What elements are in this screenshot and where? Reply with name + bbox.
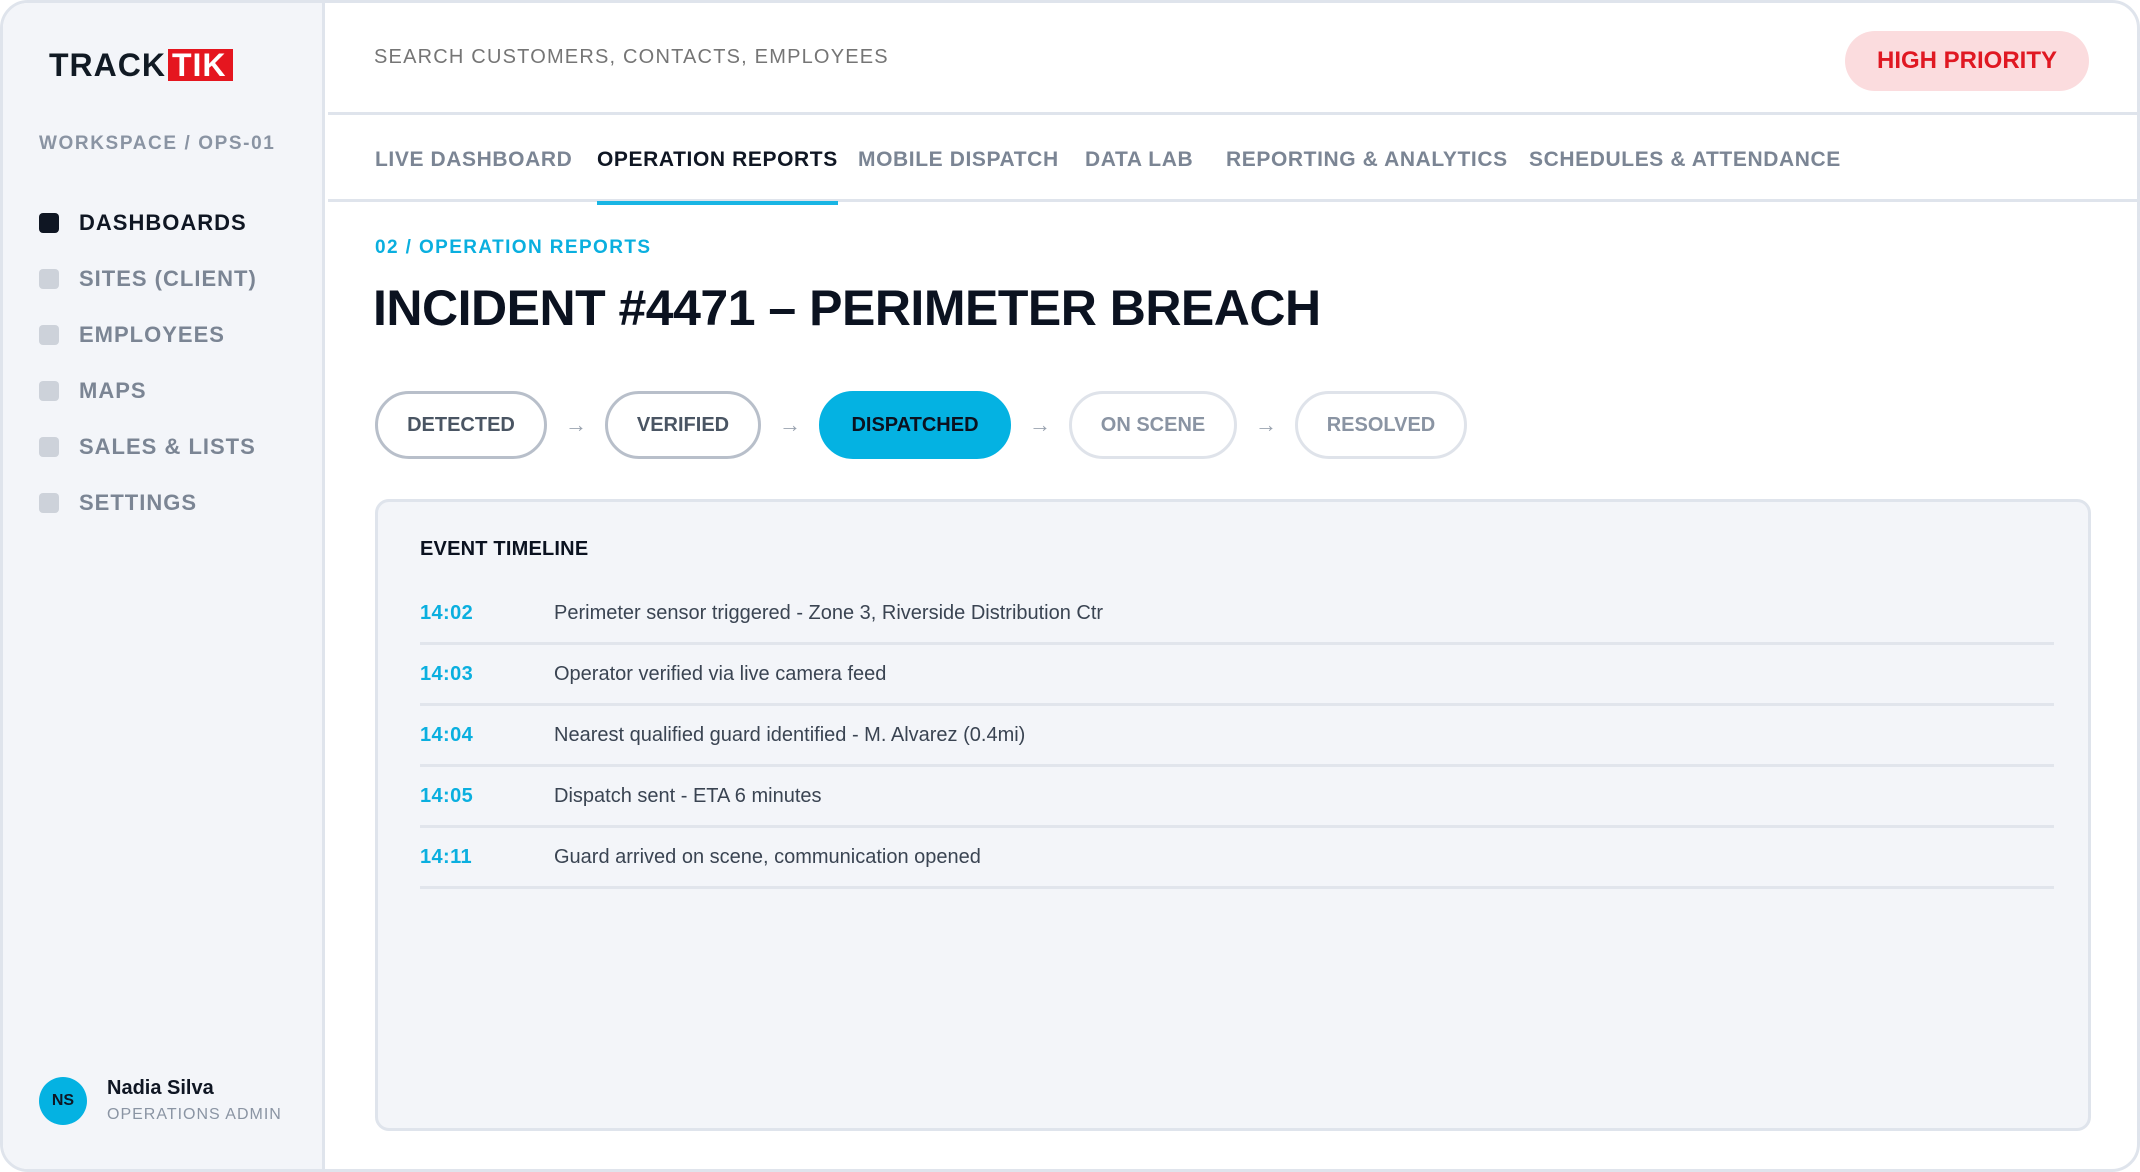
event-time: 14:05 — [420, 784, 474, 807]
square-icon — [39, 325, 59, 345]
sidebar-nav: DASHBOARDS SITES (CLIENT) EMPLOYEES MAPS… — [39, 195, 257, 531]
sidebar-item-label: SETTINGS — [79, 490, 198, 515]
workspace-label: WORKSPACE / OPS-01 — [39, 133, 276, 154]
tab-reporting-analytics[interactable]: REPORTING & ANALYTICS — [1226, 118, 1508, 202]
step-resolved[interactable]: RESOLVED — [1295, 391, 1467, 459]
user-profile[interactable]: NS Nadia Silva OPERATIONS ADMIN — [39, 1075, 282, 1127]
top-bar: HIGH PRIORITY — [328, 3, 2137, 115]
event-text: Guard arrived on scene, communication op… — [554, 845, 981, 868]
square-icon — [39, 213, 59, 233]
logo-track-text: TRACK — [49, 47, 166, 83]
event-time: 14:02 — [420, 601, 474, 624]
logo-tik-text: TIK — [167, 49, 233, 81]
sidebar-item-employees[interactable]: EMPLOYEES — [39, 307, 257, 363]
event-timeline-panel: EVENT TIMELINE 14:02 Perimeter sensor tr… — [375, 499, 2091, 1131]
sidebar-item-maps[interactable]: MAPS — [39, 363, 257, 419]
arrow-right-icon: → — [1029, 412, 1051, 437]
sidebar-item-dashboards[interactable]: DASHBOARDS — [39, 195, 257, 251]
user-name: Nadia Silva — [107, 1077, 214, 1099]
tab-operation-reports[interactable]: OPERATION REPORTS — [597, 118, 838, 205]
avatar: NS — [39, 1077, 87, 1125]
step-on-scene[interactable]: ON SCENE — [1069, 391, 1237, 459]
step-detected[interactable]: DETECTED — [375, 391, 547, 459]
event-text: Nearest qualified guard identified - M. … — [554, 723, 1026, 746]
event-time: 14:03 — [420, 662, 474, 685]
page-title: INCIDENT #4471 – PERIMETER BREACH — [373, 280, 1321, 336]
sidebar-item-label: DASHBOARDS — [79, 210, 247, 235]
timeline-row: 14:05 Dispatch sent - ETA 6 minutes — [420, 767, 2054, 828]
event-text: Perimeter sensor triggered - Zone 3, Riv… — [554, 601, 1104, 624]
tab-live-dashboard[interactable]: LIVE DASHBOARD — [375, 118, 572, 202]
timeline-row: 14:11 Guard arrived on scene, communicat… — [420, 828, 2054, 889]
sidebar-item-label: SALES & LISTS — [79, 434, 256, 459]
arrow-right-icon: → — [779, 412, 801, 437]
sidebar-item-label: EMPLOYEES — [79, 322, 225, 347]
timeline-row: 14:03 Operator verified via live camera … — [420, 645, 2054, 706]
user-info: Nadia Silva OPERATIONS ADMIN — [107, 1075, 282, 1127]
user-role: OPERATIONS ADMIN — [107, 1106, 282, 1123]
timeline-row: 14:02 Perimeter sensor triggered - Zone … — [420, 584, 2054, 645]
search-input[interactable] — [374, 46, 1074, 69]
square-icon — [39, 437, 59, 457]
sidebar-item-sites[interactable]: SITES (CLIENT) — [39, 251, 257, 307]
event-text: Dispatch sent - ETA 6 minutes — [554, 784, 822, 807]
square-icon — [39, 493, 59, 513]
priority-badge[interactable]: HIGH PRIORITY — [1844, 31, 2089, 91]
tracktik-logo[interactable]: TRACK TIK — [49, 47, 233, 83]
sidebar-item-sales-lists[interactable]: SALES & LISTS — [39, 419, 257, 475]
square-icon — [39, 381, 59, 401]
event-time: 14:04 — [420, 723, 474, 746]
event-time: 14:11 — [420, 845, 473, 868]
sidebar: TRACK TIK WORKSPACE / OPS-01 DASHBOARDS S… — [3, 3, 325, 1169]
step-dispatched[interactable]: DISPATCHED — [819, 391, 1011, 459]
sidebar-item-settings[interactable]: SETTINGS — [39, 475, 257, 531]
sidebar-item-label: SITES (CLIENT) — [79, 266, 257, 291]
tab-mobile-dispatch[interactable]: MOBILE DISPATCH — [858, 118, 1059, 202]
tab-bar: LIVE DASHBOARD OPERATION REPORTS MOBILE … — [328, 118, 2137, 205]
arrow-right-icon: → — [1255, 412, 1277, 437]
status-stepper: DETECTED → VERIFIED → DISPATCHED → ON SC… — [375, 391, 1467, 459]
timeline-list: 14:02 Perimeter sensor triggered - Zone … — [420, 584, 2054, 889]
event-text: Operator verified via live camera feed — [554, 662, 887, 685]
square-icon — [39, 269, 59, 289]
panel-title: EVENT TIMELINE — [420, 538, 589, 560]
tab-schedules-attendance[interactable]: SCHEDULES & ATTENDANCE — [1529, 118, 1841, 202]
sidebar-item-label: MAPS — [79, 378, 147, 403]
timeline-row: 14:04 Nearest qualified guard identified… — [420, 706, 2054, 767]
step-verified[interactable]: VERIFIED — [605, 391, 761, 459]
arrow-right-icon: → — [565, 412, 587, 437]
tab-data-lab[interactable]: DATA LAB — [1085, 118, 1193, 202]
app-window: TRACK TIK WORKSPACE / OPS-01 DASHBOARDS S… — [0, 0, 2140, 1172]
breadcrumb[interactable]: 02 / OPERATION REPORTS — [375, 237, 651, 259]
